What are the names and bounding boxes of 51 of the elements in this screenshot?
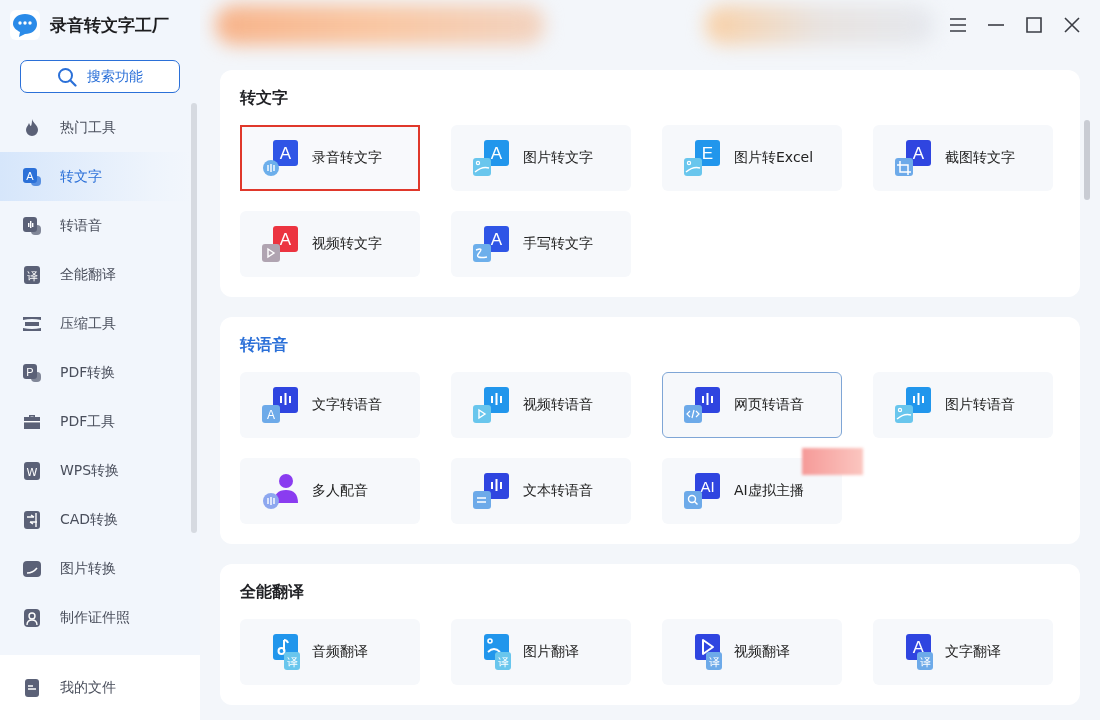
- search-icon: [57, 66, 77, 87]
- person-icon: [22, 607, 42, 628]
- sidebar-item[interactable]: 图片转换: [0, 544, 190, 593]
- sidebar-item[interactable]: 压缩工具: [0, 299, 190, 348]
- tool-tile[interactable]: 译 视频翻译: [662, 619, 842, 685]
- tool-tile[interactable]: 图片转语音: [873, 372, 1053, 438]
- tool-tile[interactable]: A 译 文字翻译: [873, 619, 1053, 685]
- tool-tile[interactable]: 译 图片翻译: [451, 619, 631, 685]
- sidebar-item[interactable]: PDF工具: [0, 397, 190, 446]
- tool-tile[interactable]: 网页转语音: [662, 372, 842, 438]
- tool-tile[interactable]: A 截图转文字: [873, 125, 1053, 191]
- tool-tile[interactable]: E 图片转Excel: [662, 125, 842, 191]
- sidebar-item[interactable]: 译 全能翻译: [0, 250, 190, 299]
- sidebar-item[interactable]: 转语音: [0, 201, 190, 250]
- tool-tile[interactable]: AI AI虚拟主播: [662, 458, 842, 524]
- sidebar-item[interactable]: 热门工具: [0, 103, 190, 152]
- tool-tile[interactable]: A 图片转文字: [451, 125, 631, 191]
- tool-icon: [260, 471, 300, 511]
- search-button[interactable]: 搜索功能: [20, 60, 180, 93]
- voice-icon: [22, 215, 42, 236]
- tool-tile[interactable]: 多人配音: [240, 458, 420, 524]
- tool-icon: [471, 471, 511, 511]
- glyph-icon: W: [22, 460, 42, 481]
- sidebar-item[interactable]: CAD转换: [0, 495, 190, 544]
- maximize-icon[interactable]: [1024, 15, 1044, 35]
- menu-icon[interactable]: [948, 15, 968, 35]
- section-title: 转语音: [240, 334, 289, 356]
- app-title: 录音转文字工厂: [50, 13, 169, 37]
- cad-icon: [22, 509, 42, 530]
- tool-icon: [682, 385, 722, 425]
- sidebar-item[interactable]: 制作证件照: [0, 593, 190, 642]
- close-icon[interactable]: [1062, 15, 1082, 35]
- tool-tile[interactable]: 视频转语音: [451, 372, 631, 438]
- tool-icon: [893, 385, 933, 425]
- section-title: 转文字: [240, 87, 289, 109]
- document-icon: [22, 677, 42, 698]
- sidebar-item[interactable]: P PDF转换: [0, 348, 190, 397]
- app-logo: [10, 10, 40, 40]
- tool-tile[interactable]: A 手写转文字: [451, 211, 631, 277]
- scrollbar[interactable]: [191, 103, 197, 533]
- tool-icon: [471, 385, 511, 425]
- section-title: 全能翻译: [240, 581, 305, 603]
- sidebar-item[interactable]: W WPS转换: [0, 446, 190, 495]
- scrollbar[interactable]: [1084, 120, 1090, 200]
- image-icon: [22, 558, 42, 579]
- glyph-icon: 译: [22, 264, 42, 285]
- tool-tile[interactable]: A 录音转文字: [240, 125, 420, 191]
- tool-tile[interactable]: 译 音频翻译: [240, 619, 420, 685]
- tool-tile[interactable]: A 视频转文字: [240, 211, 420, 277]
- tool-tile[interactable]: A 文字转语音: [240, 372, 420, 438]
- tool-tile[interactable]: 文本转语音: [451, 458, 631, 524]
